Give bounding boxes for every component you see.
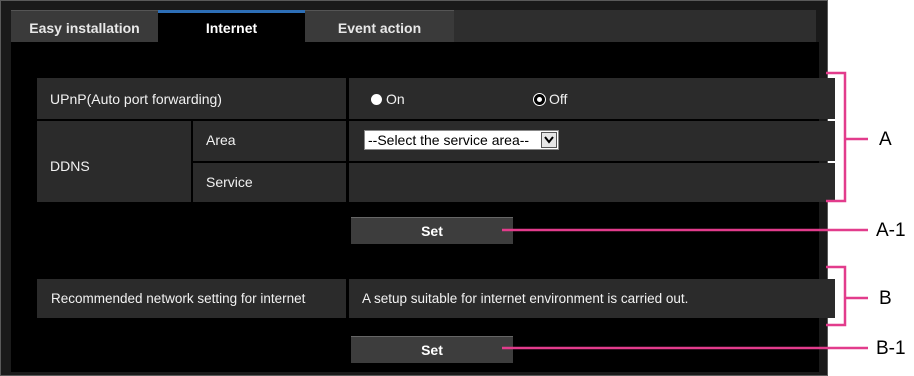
bracket-b (826, 265, 847, 327)
annotation-b: B (879, 288, 892, 309)
annotation-b1: B-1 (876, 338, 906, 359)
annotation-a: A (879, 129, 892, 150)
bracket-a (826, 71, 847, 203)
callout-overlay (502, 71, 868, 350)
annotation-a1: A-1 (876, 220, 906, 241)
